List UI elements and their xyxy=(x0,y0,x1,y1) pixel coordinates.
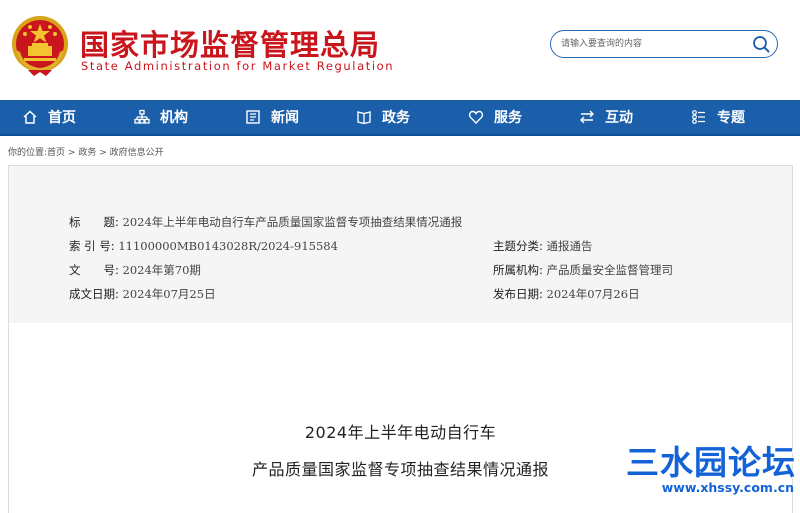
nav-item-label: 专题 xyxy=(717,110,745,126)
nav-item-interaction[interactable]: 互动 xyxy=(579,100,633,134)
nav-item-label: 服务 xyxy=(494,110,522,126)
breadcrumb-item-home[interactable]: 首页 xyxy=(47,148,65,158)
meta-title: 标 题: 2024年上半年电动自行车产品质量国家监督专项抽查结果情况通报 xyxy=(69,214,462,230)
breadcrumb-separator: > xyxy=(65,148,79,158)
exchange-arrows-icon xyxy=(580,110,594,124)
topics-icon xyxy=(692,110,705,124)
breadcrumb-prefix: 你的位置: xyxy=(8,148,48,158)
breadcrumb: 你的位置:首页 > 政务 > 政府信息公开 xyxy=(8,145,164,158)
breadcrumb-item-info-disclosure[interactable]: 政府信息公开 xyxy=(110,148,164,158)
nav-item-home[interactable]: 首页 xyxy=(22,100,76,134)
meta-doc-number: 文 号: 2024年第70期 xyxy=(69,262,201,278)
meta-category-value: 通报通告 xyxy=(546,239,593,253)
main-nav: 首页 机构 新闻 政务 服务 互动 专题 xyxy=(0,100,800,136)
nav-item-label: 政务 xyxy=(382,110,410,126)
nav-item-government-affairs[interactable]: 政务 xyxy=(356,100,410,134)
news-icon xyxy=(246,110,260,124)
national-emblem-icon[interactable] xyxy=(10,14,70,78)
breadcrumb-item-government[interactable]: 政务 xyxy=(78,148,96,158)
meta-created-date-value: 2024年07月25日 xyxy=(122,287,216,301)
meta-created-date: 成文日期: 2024年07月25日 xyxy=(69,286,216,302)
meta-agency-label: 所属机构: xyxy=(493,263,543,277)
meta-category: 主题分类: 通报通告 xyxy=(493,238,593,254)
meta-doc-number-label: 文 号: xyxy=(69,263,119,277)
nav-item-organization[interactable]: 机构 xyxy=(134,100,188,134)
document-info-panel: 标 题: 2024年上半年电动自行车产品质量国家监督专项抽查结果情况通报 索 引… xyxy=(8,165,793,325)
watermark-text: 三水园论坛 xyxy=(626,443,796,482)
site-header: 国家市场监督管理总局 State Administration for Mark… xyxy=(0,0,800,100)
meta-created-date-label: 成文日期: xyxy=(69,287,119,301)
government-affairs-icon xyxy=(357,111,371,125)
meta-title-value: 2024年上半年电动自行车产品质量国家监督专项抽查结果情况通报 xyxy=(122,215,463,229)
search-box xyxy=(550,30,778,58)
meta-agency: 所属机构: 产品质量安全监督管理司 xyxy=(493,262,673,278)
watermark: 三水园论坛 www.xhssy.com.cn xyxy=(620,436,798,502)
watermark-url: www.xhssy.com.cn xyxy=(661,480,794,495)
nav-item-label: 首页 xyxy=(48,110,76,126)
heart-icon xyxy=(468,110,484,125)
breadcrumb-separator: > xyxy=(96,148,110,158)
home-icon xyxy=(23,110,37,124)
nav-item-services[interactable]: 服务 xyxy=(468,100,522,134)
site-title[interactable]: 国家市场监督管理总局 xyxy=(80,22,380,64)
meta-index-value: 11100000MB0143028R/2024-915584 xyxy=(118,239,338,253)
nav-item-topics[interactable]: 专题 xyxy=(691,100,745,134)
meta-published-date: 发布日期: 2024年07月26日 xyxy=(493,286,640,302)
nav-item-label: 新闻 xyxy=(271,110,299,126)
meta-index: 索 引 号: 11100000MB0143028R/2024-915584 xyxy=(69,238,338,254)
nav-item-label: 互动 xyxy=(605,110,633,126)
meta-category-label: 主题分类: xyxy=(493,239,543,253)
meta-doc-number-value: 2024年第70期 xyxy=(122,263,201,277)
meta-agency-value: 产品质量安全监督管理司 xyxy=(546,263,674,277)
meta-index-label: 索 引 号: xyxy=(69,239,115,253)
meta-published-date-value: 2024年07月26日 xyxy=(546,287,640,301)
search-input[interactable] xyxy=(561,33,741,55)
org-chart-icon xyxy=(134,109,150,124)
nav-item-label: 机构 xyxy=(160,110,188,126)
meta-title-label: 标 题: xyxy=(69,215,119,229)
meta-published-date-label: 发布日期: xyxy=(493,287,543,301)
site-subtitle-en: State Administration for Market Regulati… xyxy=(81,59,395,73)
nav-item-news[interactable]: 新闻 xyxy=(245,100,299,134)
search-icon[interactable] xyxy=(751,34,771,54)
